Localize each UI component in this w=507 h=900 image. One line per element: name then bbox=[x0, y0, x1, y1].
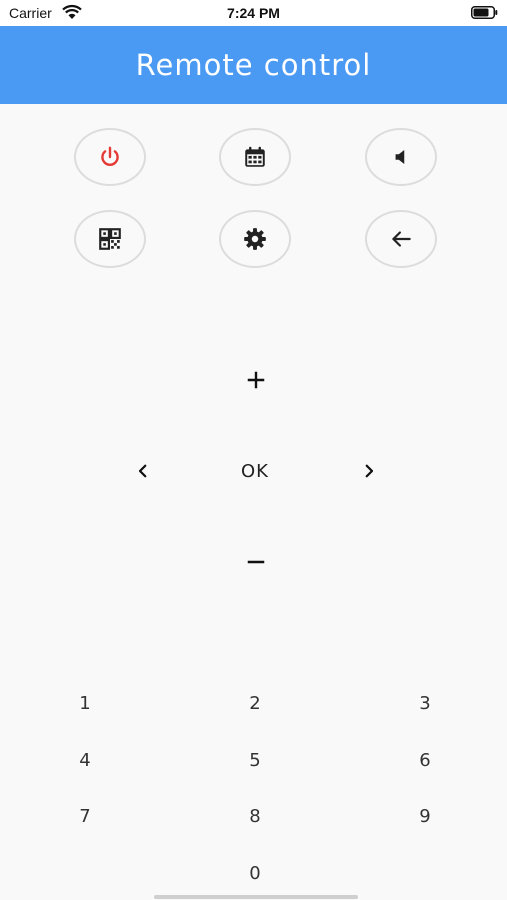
digit-7-button[interactable]: 7 bbox=[65, 801, 105, 831]
channel-down-button[interactable] bbox=[236, 542, 276, 582]
status-bar: Carrier 7:24 PM bbox=[0, 0, 507, 26]
digit-4-button[interactable]: 4 bbox=[65, 745, 105, 775]
minus-icon bbox=[247, 560, 265, 564]
clock-time: 7:24 PM bbox=[227, 5, 280, 21]
qr-code-icon bbox=[99, 228, 121, 250]
qr-code-button[interactable] bbox=[74, 210, 146, 268]
settings-button[interactable] bbox=[219, 210, 291, 268]
page-title: Remote control bbox=[135, 48, 372, 82]
speaker-icon bbox=[395, 149, 405, 165]
mute-button[interactable] bbox=[365, 128, 437, 186]
power-icon bbox=[101, 146, 119, 166]
arrow-left-icon bbox=[392, 231, 411, 247]
channel-up-button[interactable] bbox=[236, 360, 276, 400]
ok-label: OK bbox=[241, 460, 269, 482]
calendar-button[interactable] bbox=[219, 128, 291, 186]
calendar-icon bbox=[245, 146, 265, 167]
digit-2-button[interactable]: 2 bbox=[235, 688, 275, 718]
chevron-left-icon bbox=[138, 464, 147, 478]
ok-button[interactable]: OK bbox=[225, 452, 285, 490]
home-indicator[interactable] bbox=[154, 895, 358, 899]
left-button[interactable] bbox=[124, 452, 162, 490]
digit-6-button[interactable]: 6 bbox=[405, 745, 445, 775]
digit-3-button[interactable]: 3 bbox=[405, 688, 445, 718]
power-button[interactable] bbox=[74, 128, 146, 186]
plus-icon bbox=[247, 371, 265, 389]
app-bar: Remote control bbox=[0, 26, 507, 104]
battery-icon bbox=[471, 6, 498, 19]
digit-1-button[interactable]: 1 bbox=[65, 688, 105, 718]
digit-5-button[interactable]: 5 bbox=[235, 745, 275, 775]
digit-9-button[interactable]: 9 bbox=[405, 801, 445, 831]
gear-icon bbox=[244, 228, 266, 250]
digit-8-button[interactable]: 8 bbox=[235, 801, 275, 831]
digit-0-button[interactable]: 0 bbox=[235, 858, 275, 888]
back-button[interactable] bbox=[365, 210, 437, 268]
right-button[interactable] bbox=[350, 452, 388, 490]
chevron-right-icon bbox=[365, 464, 374, 478]
